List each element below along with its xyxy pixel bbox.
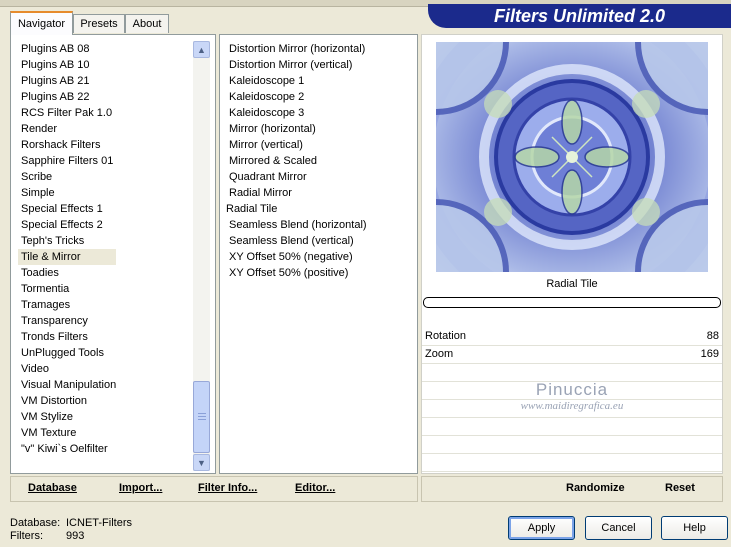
category-item[interactable]: Toadies [18,265,116,281]
filter-item[interactable]: Radial Mirror [226,185,367,201]
filter-item[interactable]: Kaleidoscope 3 [226,105,367,121]
chevron-up-icon: ▲ [197,44,206,55]
param-row-zoom[interactable]: Zoom 169 [422,346,722,364]
filter-item[interactable]: Seamless Blend (vertical) [226,233,367,249]
preview-image [436,42,708,272]
editor-link[interactable]: Editor... [295,482,335,494]
category-item[interactable]: Visual Manipulation [18,377,116,393]
param-row-rotation[interactable]: Rotation 88 [422,328,722,346]
category-item[interactable]: Tile & Mirror [18,249,117,265]
scroll-up-button[interactable]: ▲ [193,41,210,58]
category-list: Plugins AB 08 Plugins AB 10 Plugins AB 21 P… [18,41,117,457]
grip-line [198,419,206,420]
filter-list-panel: Distortion Mirror (horizontal) Distortion… [219,34,418,474]
filter-item[interactable]: XY Offset 50% (negative) [226,249,367,265]
filter-list: Distortion Mirror (horizontal) Distortion… [226,41,367,281]
watermark-site: www.maidiregrafica.eu [520,400,624,412]
category-item[interactable]: Render [18,121,116,137]
param-row-empty [422,436,722,454]
param-value: 88 [706,330,719,342]
category-item[interactable]: Scribe [18,169,116,185]
scroll-down-button[interactable]: ▼ [193,454,210,471]
app-title-banner: Filters Unlimited 2.0 [428,4,731,28]
grip-line [198,416,206,417]
filter-item[interactable]: Mirror (horizontal) [226,121,367,137]
param-value: 169 [700,348,719,360]
category-item[interactable]: Plugins AB 21 [18,73,116,89]
tab-navigator[interactable]: Navigator [10,11,73,35]
filter-item[interactable]: Kaleidoscope 2 [226,89,367,105]
progress-bar [423,297,721,308]
watermark-name: Pinuccia [535,380,609,399]
category-item[interactable]: VM Distortion [18,393,116,409]
filter-item[interactable]: Mirrored & Scaled [226,153,367,169]
category-item[interactable]: UnPlugged Tools [18,345,116,361]
filter-item[interactable]: Distortion Mirror (horizontal) [226,41,367,57]
param-label: Zoom [425,348,454,360]
cancel-button[interactable]: Cancel [585,516,652,540]
category-item[interactable]: Video [18,361,116,377]
param-row-empty [422,454,722,472]
param-label: Rotation [425,330,466,342]
param-row-empty [422,418,722,436]
filters-count-value: 993 [66,530,85,542]
filter-item[interactable]: Kaleidoscope 1 [226,73,367,89]
category-item[interactable]: "v" Kiwi`s Oelfilter [18,441,116,457]
filter-item[interactable]: Distortion Mirror (vertical) [226,57,367,73]
category-item[interactable]: Rorshack Filters [18,137,116,153]
filter-item[interactable]: XY Offset 50% (positive) [226,265,367,281]
database-link-label: Database [28,482,77,494]
database-status-label: Database: [10,517,61,529]
filter-item[interactable]: Quadrant Mirror [226,169,367,185]
filter-info-link-label: Filter Info... [198,482,258,494]
filter-item[interactable]: Radial Tile [226,201,367,217]
category-item[interactable]: Tramages [18,297,116,313]
category-item[interactable]: Special Effects 2 [18,217,116,233]
grip-line [198,413,206,414]
category-item[interactable]: Plugins AB 22 [18,89,116,105]
category-list-panel: Plugins AB 08 Plugins AB 10 Plugins AB 21 P… [10,34,216,474]
category-item[interactable]: Transparency [18,313,116,329]
preview-filter-name: Radial Tile [546,278,598,290]
tab-about[interactable]: About [125,14,169,33]
category-item[interactable]: VM Texture [18,425,116,441]
apply-button[interactable]: Apply [508,516,575,540]
randomize-link[interactable]: Randomize [566,482,625,494]
selected-filter-label: Radial Tile [226,203,278,215]
reset-link[interactable]: Reset [665,482,695,494]
tab-presets[interactable]: Presets [73,14,125,33]
scroll-thumb[interactable] [193,381,210,453]
category-item[interactable]: Sapphire Filters 01 [18,153,116,169]
category-item[interactable]: VM Stylize [18,409,116,425]
category-item[interactable]: Simple [18,185,116,201]
filter-item[interactable]: Seamless Blend (horizontal) [226,217,367,233]
category-item[interactable]: Plugins AB 10 [18,57,116,73]
category-item[interactable]: Tormentia [18,281,116,297]
database-status-value: ICNET-Filters [66,517,132,529]
category-item[interactable]: Plugins AB 08 [18,41,116,57]
category-item[interactable]: Special Effects 1 [18,201,116,217]
help-button[interactable]: Help [661,516,728,540]
database-link[interactable]: Database [28,482,77,494]
filters-count-label: Filters: [10,530,43,542]
import-link-label: Import... [119,482,163,494]
filter-item[interactable]: Mirror (vertical) [226,137,367,153]
import-link[interactable]: Import... [119,482,162,494]
category-item[interactable]: Teph's Tricks [18,233,116,249]
filter-info-link[interactable]: Filter Info... [198,482,257,494]
editor-link-label: Editor... [295,482,336,494]
category-item[interactable]: Tronds Filters [18,329,116,345]
category-scrollbar[interactable]: ▲ ▼ [193,41,210,471]
category-item[interactable]: RCS Filter Pak 1.0 [18,105,116,121]
chevron-down-icon: ▼ [197,457,206,468]
